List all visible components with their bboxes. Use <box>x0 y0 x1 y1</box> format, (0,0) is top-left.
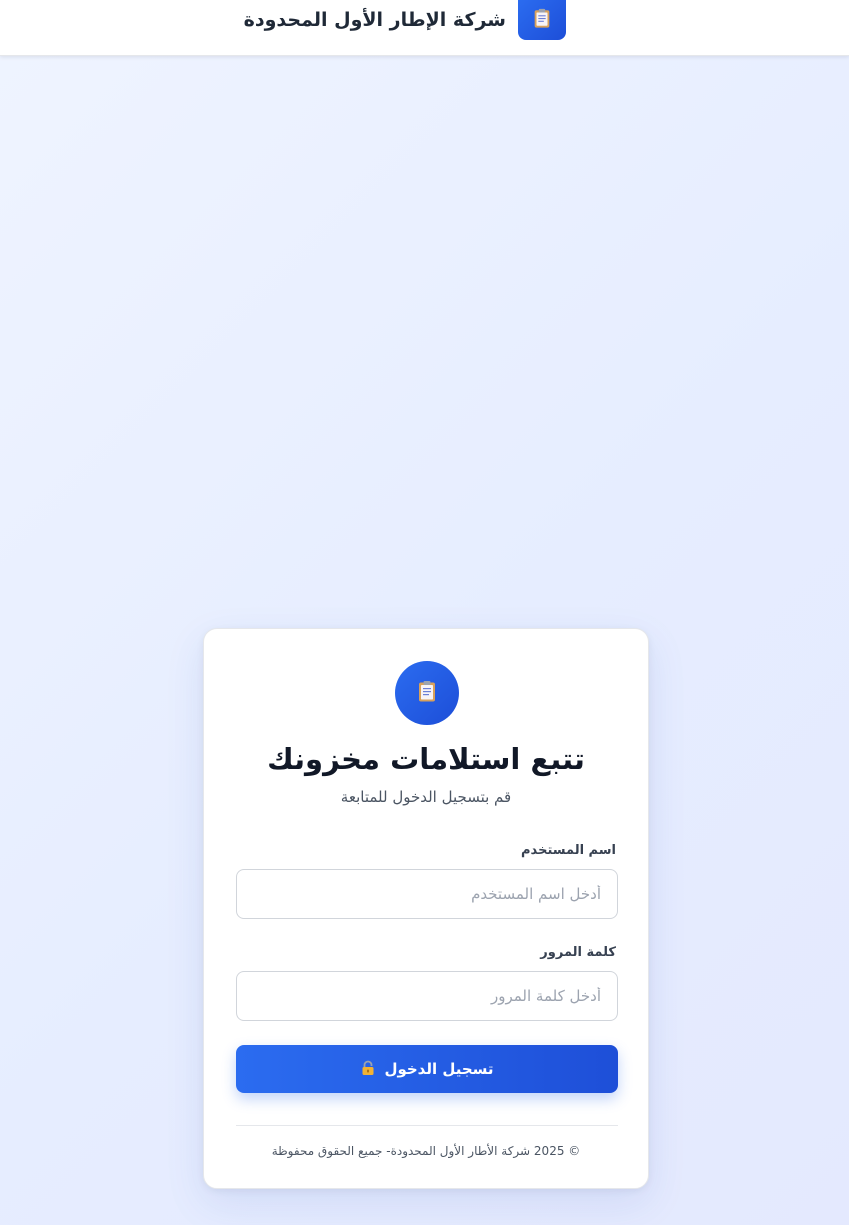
password-label: كلمة المرور <box>540 945 616 960</box>
password-input[interactable] <box>236 971 618 1021</box>
page-subtitle: قم بتسجيل الدخول للمتابعة <box>340 788 512 806</box>
login-button-label: تسجيل الدخول <box>384 1060 494 1078</box>
brand-logo <box>518 0 566 40</box>
clipboard-icon <box>415 679 439 707</box>
page-title: تتبع استلامات مخزونك <box>267 742 585 776</box>
divider <box>236 1125 618 1126</box>
clipboard-icon <box>531 7 553 33</box>
brand[interactable]: شركة الإطار الأول المحدودة <box>244 0 566 40</box>
lock-icon <box>360 1060 376 1079</box>
login-card: تتبع استلامات مخزونك قم بتسجيل الدخول لل… <box>203 628 649 1189</box>
username-label: اسم المستخدم <box>521 843 616 858</box>
copyright-footer: © 2025 شركة الأطار الأول المحدودة- جميع … <box>271 1144 581 1158</box>
login-button[interactable]: تسجيل الدخول <box>236 1045 618 1093</box>
top-header: شركة الإطار الأول المحدودة <box>0 0 849 56</box>
login-logo <box>395 661 459 725</box>
company-name: شركة الإطار الأول المحدودة <box>243 9 506 31</box>
username-input[interactable] <box>236 869 618 919</box>
